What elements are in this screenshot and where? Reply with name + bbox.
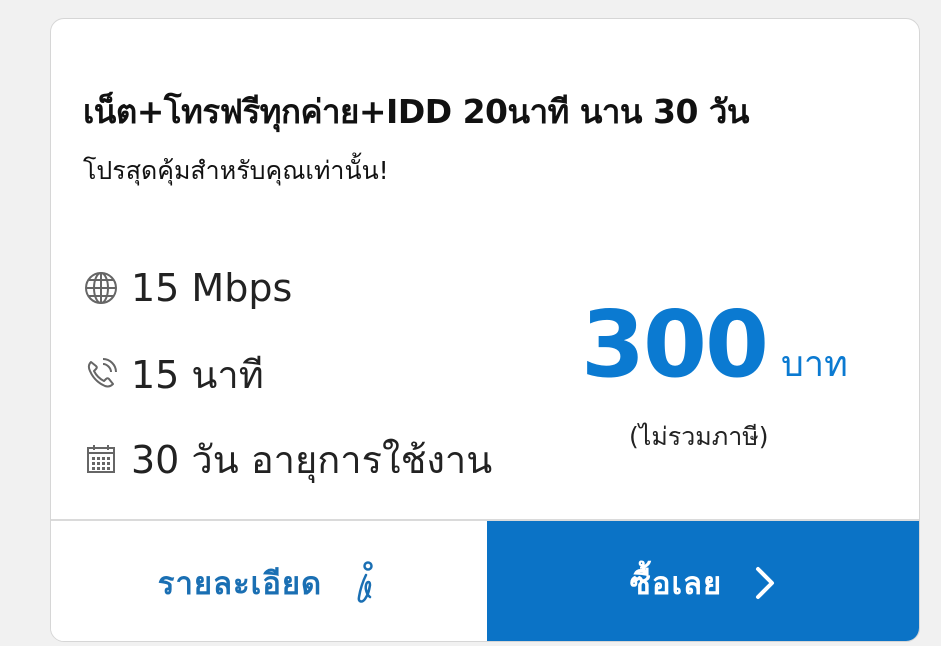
chevron-right-icon	[754, 565, 776, 601]
feature-validity: 30 วัน อายุการใช้งาน	[81, 434, 492, 484]
info-icon	[350, 561, 380, 605]
phone-icon	[81, 354, 121, 394]
feature-validity-text: 30 วัน อายุการใช้งาน	[131, 437, 493, 482]
feature-speed: 15 Mbps	[81, 263, 292, 313]
feature-calls-text: 15 นาที	[131, 352, 264, 397]
price-currency: บาท	[781, 344, 848, 385]
package-title: เน็ต+โทรฟรีทุกค่าย+IDD 20นาที นาน 30 วัน	[83, 92, 749, 131]
feature-speed-text: 15 Mbps	[131, 266, 293, 310]
details-button[interactable]: รายละเอียด	[51, 521, 487, 641]
buy-button[interactable]: ซื้อเลย	[487, 521, 919, 641]
details-button-label: รายละเอียด	[157, 566, 323, 602]
feature-calls: 15 นาที	[81, 349, 264, 399]
tax-note: (ไม่รวมภาษี)	[629, 422, 769, 451]
price-block: 300 บาท	[581, 299, 851, 392]
globe-icon	[81, 268, 121, 308]
action-bar: รายละเอียด ซื้อเลย	[51, 519, 919, 641]
price-amount: 300	[581, 291, 769, 398]
calendar-icon	[81, 439, 121, 479]
package-card: เน็ต+โทรฟรีทุกค่าย+IDD 20นาที นาน 30 วัน…	[50, 18, 920, 642]
price-row: 300 บาท	[581, 299, 851, 392]
buy-button-label: ซื้อเลย	[629, 566, 723, 602]
package-subtitle: โปรสุดคุ้มสำหรับคุณเท่านั้น!	[83, 156, 389, 185]
